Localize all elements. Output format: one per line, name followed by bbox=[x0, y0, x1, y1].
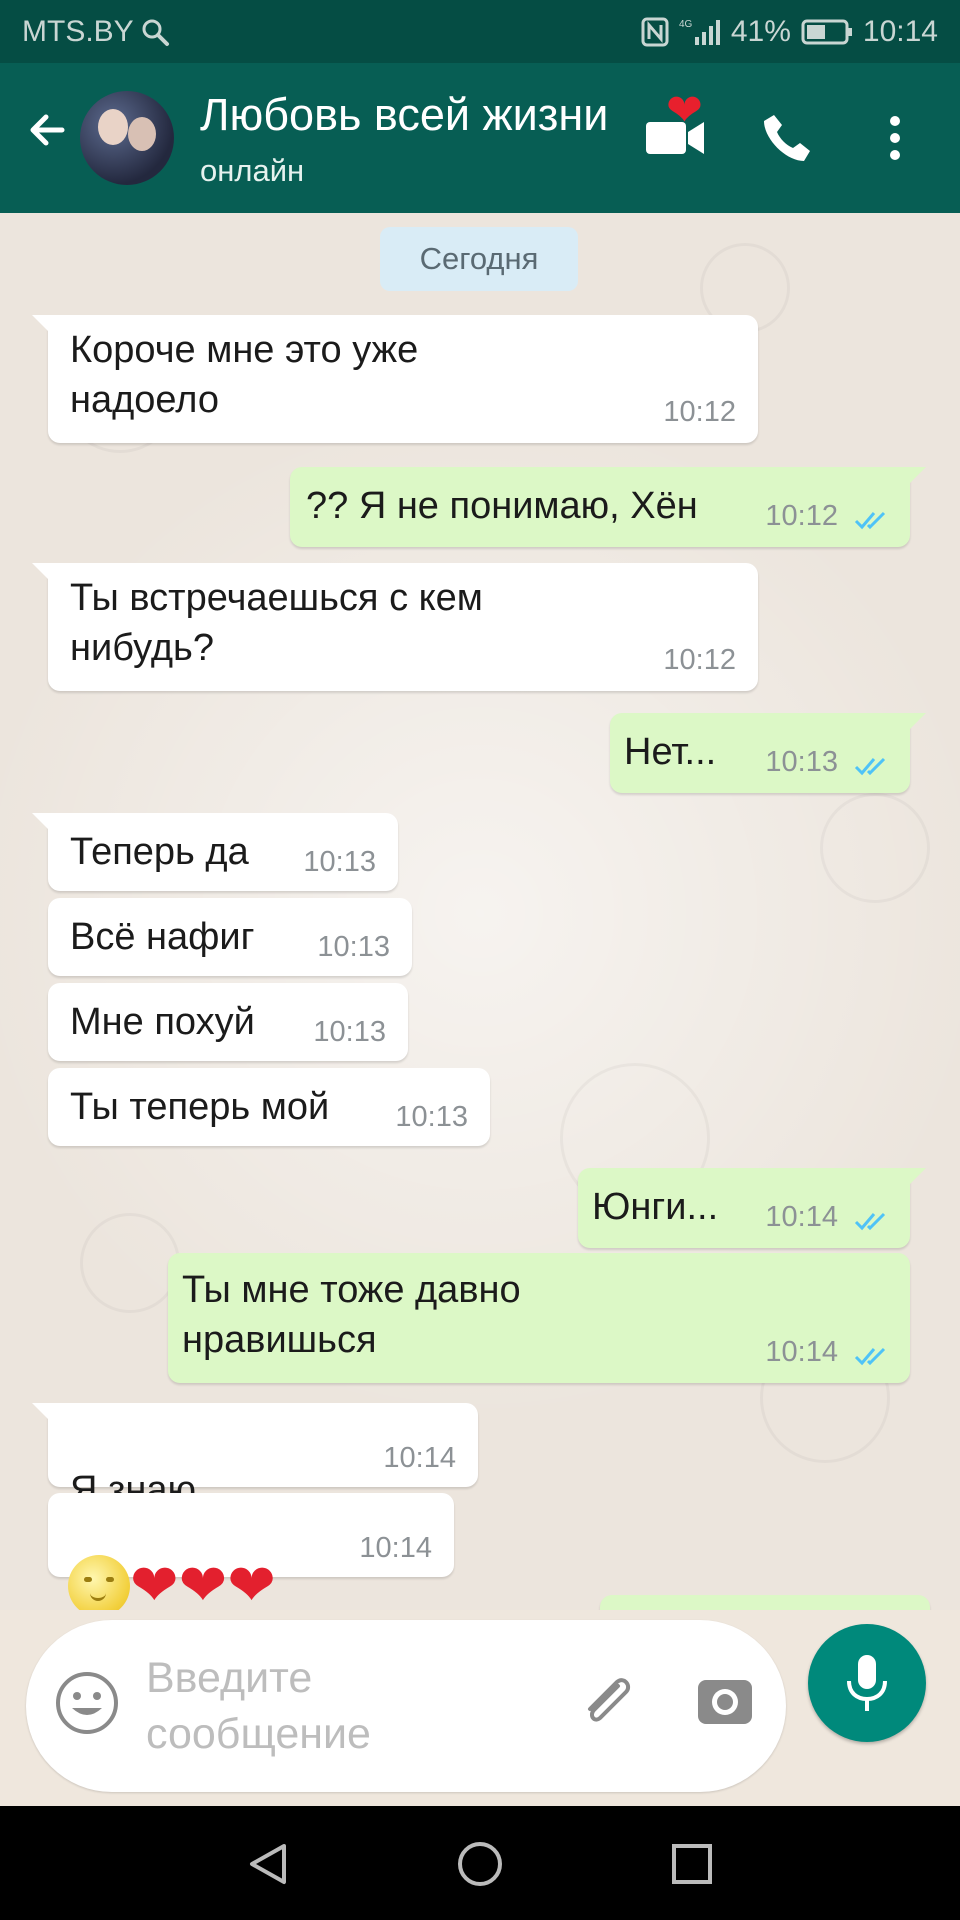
battery-percent: 41% bbox=[730, 14, 791, 48]
message-time: 10:14 bbox=[359, 1532, 432, 1564]
message-outgoing[interactable]: Ты мне тоже давно нравишься 10:14 bbox=[168, 1253, 910, 1383]
message-time: 10:12 bbox=[765, 500, 838, 532]
message-input[interactable] bbox=[146, 1650, 566, 1770]
carrier-name: MTS.BY bbox=[22, 14, 134, 48]
camera-icon bbox=[698, 1680, 752, 1724]
message-text: Юнги... bbox=[592, 1186, 719, 1228]
chat-area[interactable]: Сегодня Короче мне это уже надоело 10:12… bbox=[0, 213, 960, 1610]
read-receipt-icon bbox=[854, 1347, 886, 1366]
date-divider: Сегодня bbox=[380, 227, 578, 291]
message-time: 10:14 bbox=[383, 1442, 456, 1474]
system-nav-bar bbox=[0, 1806, 960, 1920]
nav-back-button[interactable] bbox=[240, 1836, 296, 1892]
message-time: 10:13 bbox=[303, 846, 376, 878]
contact-name[interactable]: Любовь всей жизни bbox=[200, 89, 608, 141]
status-icons: 4G 41% 10:14 bbox=[641, 15, 938, 49]
network-type: 4G bbox=[679, 19, 693, 30]
battery-icon bbox=[801, 18, 853, 46]
recents-square-icon bbox=[672, 1844, 712, 1884]
message-text: Короче мне это уже надоело bbox=[70, 329, 419, 421]
carrier: MTS.BY bbox=[22, 15, 170, 49]
message-incoming[interactable]: Я знаю ❤ 10:14 bbox=[32, 1403, 478, 1577]
signal-icon: 4G bbox=[679, 17, 721, 47]
search-icon bbox=[140, 17, 170, 47]
message-time: 10:12 bbox=[663, 396, 736, 428]
camera-button[interactable] bbox=[694, 1670, 760, 1736]
moon-face-emoji bbox=[68, 1555, 130, 1610]
message-time: 10:13 bbox=[765, 746, 838, 778]
attach-icon bbox=[588, 1678, 631, 1722]
more-options-button[interactable] bbox=[860, 103, 930, 173]
message-time: 10:12 bbox=[663, 644, 736, 676]
message-text: Нет... bbox=[624, 731, 717, 773]
message-time: 10:13 bbox=[313, 1016, 386, 1048]
avatar[interactable] bbox=[80, 91, 174, 185]
read-receipt-icon bbox=[854, 757, 886, 776]
mic-icon bbox=[847, 1655, 887, 1711]
message-time: 10:14 bbox=[765, 1201, 838, 1233]
clock: 10:14 bbox=[862, 14, 938, 48]
message-incoming[interactable]: ❤❤❤ 10:14 bbox=[48, 1493, 454, 1610]
wallpaper-doodle bbox=[80, 1213, 180, 1313]
message-text: Ты теперь мой bbox=[70, 1086, 330, 1128]
message-time: 10:14 bbox=[765, 1336, 838, 1368]
message-composer bbox=[26, 1620, 786, 1792]
back-triangle-icon bbox=[250, 1844, 286, 1884]
home-circle-icon bbox=[458, 1842, 502, 1886]
red-heart-emoji: ❤ bbox=[130, 1553, 179, 1611]
red-heart-emoji: ❤ bbox=[178, 1553, 228, 1611]
message-incoming[interactable]: Ты встречаешься с кем нибудь? 10:12 bbox=[32, 563, 758, 691]
heart-emoji: ❤ bbox=[666, 86, 703, 135]
message-text: Ты мне тоже давно нравишься bbox=[182, 1269, 521, 1361]
voice-message-button[interactable] bbox=[808, 1624, 926, 1742]
message-outgoing[interactable]: Нет... 10:13 bbox=[610, 713, 926, 793]
nav-home-button[interactable] bbox=[452, 1836, 508, 1892]
nfc-icon bbox=[641, 17, 669, 47]
message-incoming[interactable]: Теперь да 10:13 bbox=[32, 813, 398, 891]
message-text: Всё нафиг bbox=[70, 916, 255, 958]
message-incoming[interactable]: Короче мне это уже надоело 10:12 bbox=[32, 315, 758, 443]
red-heart-emoji: ❤ bbox=[227, 1553, 276, 1611]
message-outgoing[interactable]: ?? Я не понимаю, Хён 10:12 bbox=[290, 467, 926, 547]
wallpaper-doodle bbox=[820, 793, 930, 903]
message-text: Теперь да bbox=[70, 831, 249, 873]
emoji-icon bbox=[56, 1672, 118, 1734]
message-incoming[interactable]: Мне похуй 10:13 bbox=[48, 983, 408, 1061]
voice-call-button[interactable] bbox=[752, 103, 822, 173]
attach-button[interactable] bbox=[574, 1668, 644, 1738]
message-incoming[interactable]: Ты теперь мой 10:13 bbox=[48, 1068, 490, 1146]
message-outgoing-partial[interactable] bbox=[600, 1595, 930, 1610]
emoji-row: ❤❤❤ bbox=[68, 1505, 276, 1610]
message-outgoing[interactable]: Юнги... 10:14 bbox=[578, 1168, 926, 1248]
more-vert-icon bbox=[890, 116, 900, 160]
status-bar: MTS.BY 4G 41% 10:14 bbox=[0, 0, 960, 63]
contact-status: онлайн bbox=[200, 153, 305, 188]
chat-header: Любовь всей жизни онлайн ❤ bbox=[0, 63, 960, 213]
read-receipt-icon bbox=[854, 1212, 886, 1231]
back-arrow-icon bbox=[30, 114, 65, 146]
message-incoming[interactable]: Всё нафиг 10:13 bbox=[48, 898, 412, 976]
message-time: 10:13 bbox=[395, 1101, 468, 1133]
message-time: 10:13 bbox=[317, 931, 390, 963]
back-button[interactable] bbox=[22, 105, 72, 155]
read-receipt-icon bbox=[854, 511, 886, 530]
message-text: Мне похуй bbox=[70, 1001, 255, 1043]
message-text: ?? Я не понимаю, Хён bbox=[306, 485, 698, 527]
nav-recents-button[interactable] bbox=[664, 1836, 720, 1892]
phone-icon bbox=[764, 115, 810, 161]
message-text: Ты встречаешься с кем нибудь? bbox=[70, 577, 483, 669]
emoji-button[interactable] bbox=[54, 1670, 124, 1740]
